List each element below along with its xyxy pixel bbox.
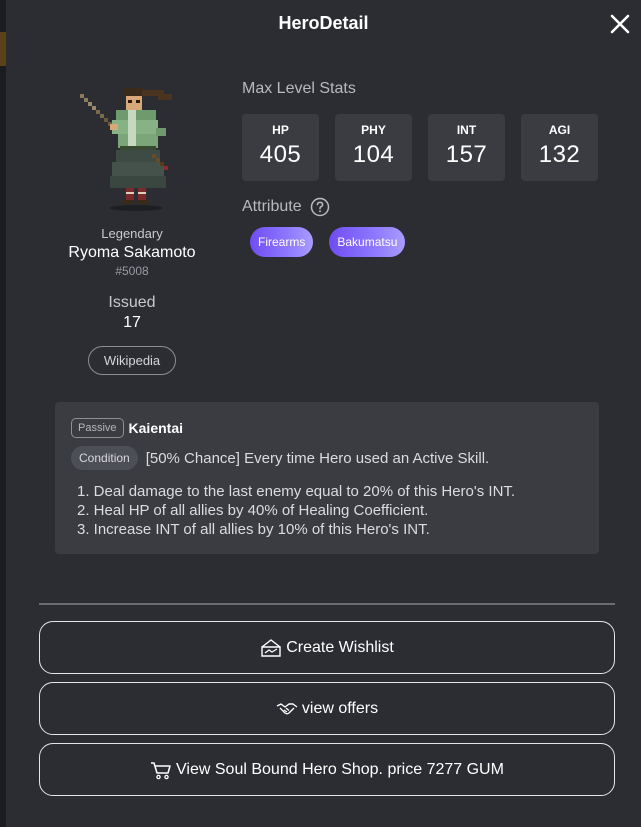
skill-panel: Passive Kaientai Condition [50% Chance] … (55, 402, 599, 554)
hero-id: #5008 (115, 264, 149, 278)
skill-effect-item: 2. Heal HP of all allies by 40% of Heali… (77, 502, 429, 519)
wishlist-sign-icon (261, 638, 281, 657)
attribute-tag-firearms[interactable]: Firearms (250, 227, 314, 257)
attribute-heading: Attribute (242, 198, 302, 215)
skill-condition: Condition [50% Chance] Every time Hero u… (71, 446, 583, 470)
stat-int: INT 157 (428, 114, 505, 181)
skill-effects: 1. Deal damage to the last enemy equal t… (71, 482, 583, 539)
stat-name: AGI (548, 123, 571, 137)
cart-icon (151, 761, 171, 779)
issued-label: Issued (108, 294, 156, 311)
stat-name: PHY (361, 123, 386, 137)
skill-header: Passive Kaientai (71, 418, 583, 438)
attribute-tag-bakumatsu[interactable]: Bakumatsu (329, 227, 406, 257)
hero-summary: Legendary Ryoma Sakamoto #5008 Issued 17… (46, 80, 218, 375)
handshake-icon (276, 702, 298, 714)
attribute-row: Attribute (242, 197, 612, 217)
divider (39, 603, 615, 605)
hero-name: Ryoma Sakamoto (68, 244, 196, 261)
stat-phy: PHY 104 (335, 114, 412, 181)
attribute-tags: Firearms Bakumatsu (250, 227, 612, 257)
soul-bound-shop-button[interactable]: View Soul Bound Hero Shop. price 7277 GU… (39, 743, 615, 796)
close-button[interactable] (609, 10, 631, 36)
soul-bound-shop-label: View Soul Bound Hero Shop. price 7277 GU… (176, 760, 504, 778)
create-wishlist-label: Create Wishlist (286, 638, 394, 656)
stat-name: INT (456, 123, 477, 137)
rifle-shape (80, 94, 112, 126)
create-wishlist-button[interactable]: Create Wishlist (39, 621, 615, 674)
wikipedia-button[interactable]: Wikipedia (87, 346, 177, 375)
max-level-stats-heading: Max Level Stats (242, 80, 356, 97)
hero-portrait (80, 88, 172, 211)
condition-text: [50% Chance] Every time Hero used an Act… (145, 449, 490, 467)
stats-grid: HP 405 PHY 104 INT 157 AGI 132 (242, 114, 612, 181)
stat-value: 157 (445, 141, 488, 168)
skill-effect-item: 1. Deal damage to the last enemy equal t… (77, 483, 516, 500)
view-offers-label: view offers (301, 699, 379, 717)
close-icon (610, 14, 630, 34)
modal-title: HeroDetail (278, 13, 369, 33)
stat-value: 132 (538, 141, 581, 168)
stat-agi: AGI 132 (521, 114, 598, 181)
hero-detail-modal: HeroDetail Legendary Ryoma Sakamoto #500… (6, 0, 641, 827)
skill-effect-item: 3. Increase INT of all allies by 10% of … (77, 521, 430, 538)
skill-type-badge: Passive (71, 418, 124, 438)
stat-value: 104 (352, 141, 395, 168)
issued-count: 17 (123, 314, 141, 331)
stat-hp: HP 405 (242, 114, 319, 181)
stat-name: HP (272, 123, 289, 137)
stat-value: 405 (259, 141, 302, 168)
stats-panel: Max Level Stats HP 405 PHY 104 INT 157 A… (242, 80, 612, 257)
question-circle-icon[interactable] (310, 197, 330, 217)
hero-rarity: Legendary (101, 226, 163, 241)
view-offers-button[interactable]: view offers (39, 682, 615, 735)
condition-badge: Condition (71, 446, 138, 470)
skill-name: Kaientai (128, 420, 183, 436)
